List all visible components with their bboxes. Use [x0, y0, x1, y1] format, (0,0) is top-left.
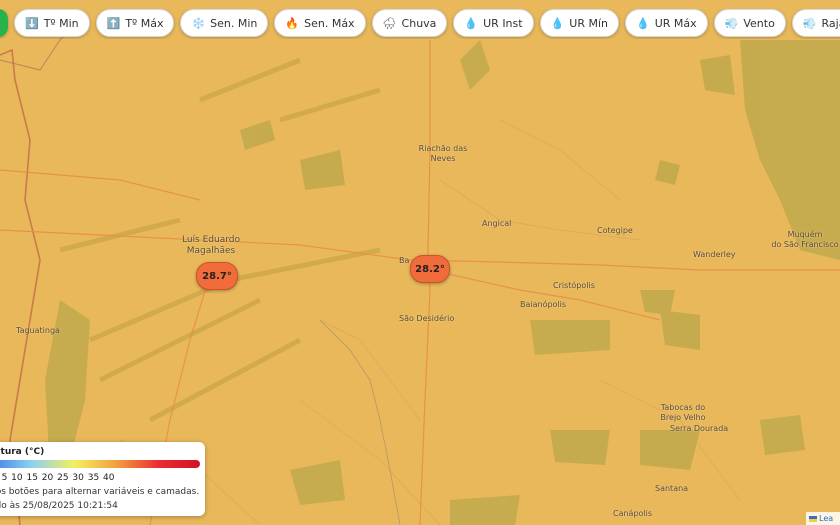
variable-button-label: Rajadas: [821, 16, 840, 30]
variable-button-label: Tº Min: [43, 16, 79, 30]
place-label: Ba: [399, 256, 410, 265]
variable-button[interactable]: 🔥 Sen. Máx: [274, 9, 366, 37]
variable-icon: 💨: [802, 16, 817, 30]
place-label: Taguatinga: [16, 326, 60, 335]
attribution-link[interactable]: Lea: [819, 514, 833, 523]
variable-button[interactable]: 🌧 Chuva: [371, 9, 448, 37]
variable-icon: 🌧: [382, 16, 397, 30]
variable-button[interactable]: 💧 UR Mín: [539, 9, 619, 37]
place-label: Angical: [482, 219, 512, 228]
leaflet-attribution[interactable]: Lea: [806, 512, 840, 525]
variable-button-label: UR Inst: [483, 16, 523, 30]
variable-icon: ⬆️: [106, 16, 121, 30]
place-label: Baianópolis: [520, 300, 567, 309]
place-label: Riachão das Neves: [418, 144, 468, 163]
variable-button[interactable]: ❄️ Sen. Min: [180, 9, 269, 37]
place-label: Muquém do São Francisco: [771, 230, 839, 249]
variable-button[interactable]: 💧 UR Inst: [453, 9, 534, 37]
variable-button-label: Vento: [743, 16, 775, 30]
variable-toolbar: ⬇️ Tº Min ⬆️ Tº Máx ❄️ Sen. Min 🔥 Sen. Máx 🌧 Chuv…: [0, 9, 840, 39]
legend-title: ratura (°C): [0, 447, 45, 457]
place-label: Tabocas do Brejo Velho: [660, 403, 706, 422]
temperature-marker[interactable]: 28.7°: [196, 262, 238, 290]
place-label: Canápolis: [613, 509, 653, 518]
variable-button[interactable]: ⬇️ Tº Min: [14, 9, 90, 37]
legend-updated-time: ado às 25/08/2025 10:21:54: [0, 501, 118, 511]
variable-icon: 💧: [550, 16, 565, 30]
variable-button[interactable]: 💨 Rajadas: [791, 9, 840, 37]
variable-button[interactable]: ⬆️ Tº Máx: [95, 9, 175, 37]
variable-button-label: Sen. Min: [210, 16, 258, 30]
variable-icon: 🔥: [285, 16, 300, 30]
place-label: Wanderley: [693, 250, 736, 259]
place-label: Cristópolis: [553, 281, 595, 290]
place-label: São Desidério: [399, 314, 455, 323]
flag-icon: [809, 515, 817, 522]
place-label: Luís Eduardo Magalhães: [182, 235, 240, 256]
temperature-marker[interactable]: 28.2°: [410, 255, 450, 283]
legend-ticks: 0 5 10 15 20 25 30 35 40: [0, 473, 115, 483]
variable-button-label: Sen. Máx: [304, 16, 355, 30]
variable-button-label: UR Mín: [569, 16, 608, 30]
place-label: Serra Dourada: [670, 424, 729, 433]
variable-icon: 💨: [724, 16, 739, 30]
variable-button-label: Chuva: [401, 16, 437, 30]
variable-button[interactable]: 💧 UR Máx: [625, 9, 708, 37]
legend-color-bar: [0, 460, 200, 468]
variable-icon: 💧: [636, 16, 650, 30]
active-layer-button[interactable]: [0, 9, 8, 37]
variable-icon: ❄️: [191, 16, 206, 30]
variable-button-label: Tº Máx: [125, 16, 164, 30]
place-label: Santana: [655, 484, 689, 493]
legend-help-text: nos botões para alternar variáveis e cam…: [0, 487, 200, 497]
temperature-legend: ratura (°C) 0 5 10 15 20 25 30 35 40 nos…: [0, 442, 205, 516]
variable-button[interactable]: 💨 Vento: [713, 9, 786, 37]
variable-icon: 💧: [464, 16, 479, 30]
variable-icon: ⬇️: [25, 16, 39, 30]
place-label: Cotegipe: [597, 226, 633, 235]
variable-button-label: UR Máx: [654, 16, 697, 30]
